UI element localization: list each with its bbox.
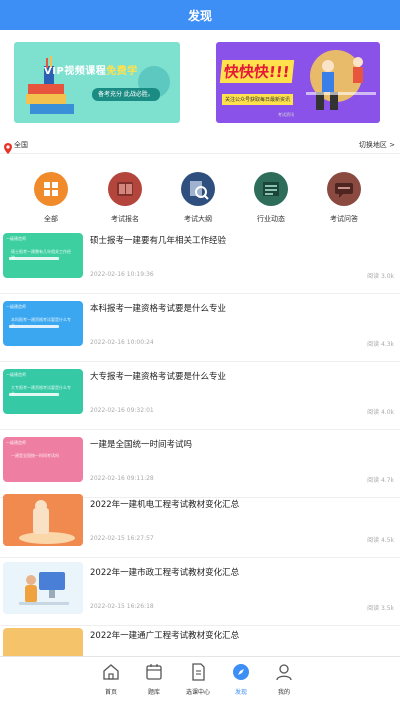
category-label: 考试报名 (111, 215, 139, 223)
article-views: 阅读 4.5k (367, 537, 394, 544)
article-thumbnail (3, 562, 83, 614)
tab-label: 发现 (234, 689, 247, 696)
category-all[interactable]: 全部 (21, 172, 81, 224)
category-exam-syllabus[interactable]: 考试大纲 (168, 172, 228, 224)
location-row: 全国 切换地区 > (0, 137, 400, 154)
book-icon (108, 172, 142, 206)
location-pin-icon (4, 139, 12, 158)
article-thumbnail (3, 494, 83, 546)
tab-profile[interactable]: 我的 (264, 663, 304, 696)
news-icon (254, 172, 288, 206)
article-views: 阅读 3.5k (367, 605, 394, 612)
article-title: 硕士报考一建要有几年相关工作经验 (90, 236, 227, 246)
top-bar: 发现 (0, 0, 400, 30)
chat-icon (327, 172, 361, 206)
article-date: 2022-02-16 09:32:01 (90, 407, 154, 414)
article-title: 大专报考一建资格考试要是什么专业 (90, 372, 227, 382)
bottom-tab-bar: 首页 题库 选课中心 发现 我的 (0, 656, 400, 708)
list-item[interactable]: 一级建造师 大专报考一建资格考试要是什么专业 大专报考一建资格考试要是什么专业 … (0, 362, 400, 430)
magnifier-document-icon (181, 172, 215, 206)
list-item[interactable]: 2022年一建机电工程考试教材变化汇总 2022-02-15 16:27:57 … (0, 490, 400, 558)
article-title: 本科报考一建资格考试要是什么专业 (90, 304, 227, 314)
article-title: 2022年一建市政工程考试教材变化汇总 (90, 568, 240, 578)
category-industry-news[interactable]: 行业动态 (241, 172, 301, 224)
article-thumbnail: 一级建造师 硕士报考一建需有几年相关工作经验 (3, 233, 83, 278)
banner-news[interactable]: 快快快!!! 关注公众号获取每日最新资讯 考试资讯 (216, 42, 380, 123)
tab-label: 选课中心 (185, 689, 210, 696)
article-thumbnail: 一级建造师 大专报考一建资格考试要是什么专业 (3, 369, 83, 414)
article-title: 2022年一建机电工程考试教材变化汇总 (90, 500, 240, 510)
article-title: 一建是全国统一时间考试吗 (90, 440, 193, 450)
article-date: 2022-02-16 10:00:24 (90, 339, 154, 346)
article-date: 2022-02-15 16:26:18 (90, 603, 154, 610)
switch-region-link[interactable]: 切换地区 > (359, 140, 395, 150)
banner-news-footer: 考试资讯 (278, 112, 294, 117)
tab-question-bank[interactable]: 题库 (134, 663, 174, 696)
article-date: 2022-02-15 16:27:57 (90, 535, 154, 542)
article-title: 2022年一建通广工程考试教材变化汇总 (90, 631, 240, 641)
location-region: 全国 (14, 141, 28, 149)
article-date: 2022-02-16 10:19:36 (90, 271, 154, 278)
page-title: 发现 (187, 9, 212, 23)
banner-news-subtitle: 关注公众号获取每日最新资讯 (222, 94, 294, 105)
article-date: 2022-02-16 09:11:28 (90, 475, 154, 482)
article-views: 阅读 3.0k (367, 273, 394, 280)
tab-label: 我的 (277, 689, 290, 696)
article-views: 阅读 4.7k (367, 477, 394, 484)
document-icon (189, 663, 207, 681)
banner-vip-illustration (26, 56, 170, 114)
list-item[interactable]: 一级建造师 一建是全国统一时间考试吗 一建是全国统一时间考试吗 2022-02-… (0, 430, 400, 498)
list-item[interactable]: 一级建造师 本科报考一建资格考试要是什么专业 本科报考一建资格考试要是什么专业 … (0, 294, 400, 362)
article-views: 阅读 4.3k (367, 341, 394, 348)
category-label: 行业动态 (257, 215, 285, 223)
article-thumbnail: 一级建造师 本科报考一建资格考试要是什么专业 (3, 301, 83, 346)
article-thumbnail: 一级建造师 一建是全国统一时间考试吗 (3, 437, 83, 482)
article-views: 阅读 4.0k (367, 409, 394, 416)
category-exam-qa[interactable]: 考试问答 (314, 172, 374, 224)
calendar-icon (145, 663, 163, 681)
banner-vip-subtitle: 备考充分 此战必胜。 (92, 88, 160, 101)
category-exam-registration[interactable]: 考试报名 (95, 172, 155, 224)
grid-icon (34, 172, 68, 206)
compass-icon (232, 663, 250, 681)
tab-label: 题库 (147, 689, 160, 696)
tab-label: 首页 (104, 689, 117, 696)
category-label: 考试大纲 (184, 215, 212, 223)
category-row: 全部 考试报名 考试大纲 行业动态 考试问答 (0, 172, 400, 226)
tab-discover[interactable]: 发现 (221, 663, 261, 696)
tab-course-center[interactable]: 选课中心 (178, 663, 218, 696)
list-item[interactable]: 2022年一建市政工程考试教材变化汇总 2022-02-15 16:26:18 … (0, 558, 400, 626)
list-item[interactable]: 一级建造师 硕士报考一建需有几年相关工作经验 硕士报考一建要有几年相关工作经验 … (0, 226, 400, 294)
home-icon (102, 663, 120, 681)
category-label: 全部 (44, 215, 58, 223)
banner-vip-course[interactable]: VIP视频课程免费学 备考充分 此战必胜。 (14, 42, 180, 123)
person-icon (275, 663, 293, 681)
category-label: 考试问答 (330, 215, 358, 223)
banner-vip-title: VIP视频课程免费学 (44, 66, 138, 77)
tab-home[interactable]: 首页 (91, 663, 131, 696)
banner-news-title: 快快快!!! (219, 60, 294, 83)
